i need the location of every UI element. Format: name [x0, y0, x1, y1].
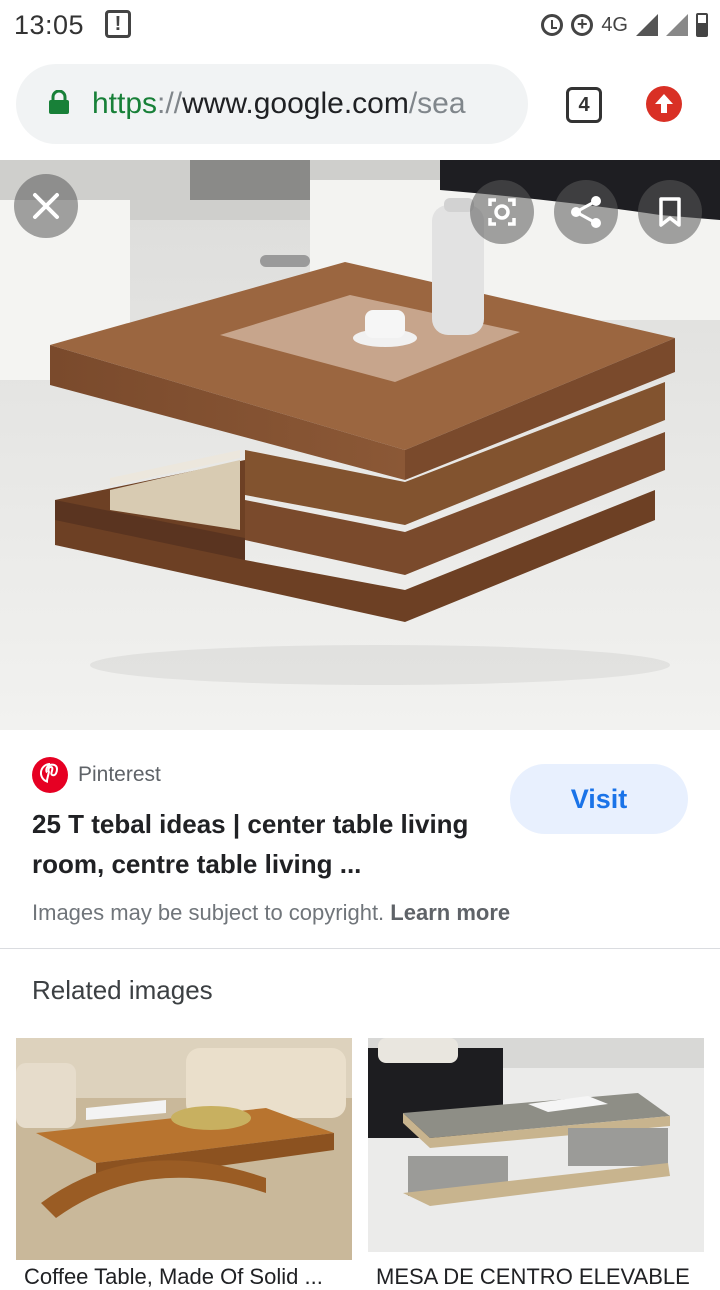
alarm-icon — [541, 14, 564, 36]
url-separator: :// — [157, 87, 183, 120]
update-button[interactable] — [646, 86, 682, 122]
lens-icon — [488, 198, 516, 226]
coffee-table-photo — [0, 160, 720, 730]
copyright-text: Images may be subject to copyright. — [32, 900, 385, 925]
share-button[interactable] — [554, 180, 618, 244]
arrow-up-icon — [655, 94, 673, 113]
close-icon — [33, 193, 59, 219]
divider — [0, 948, 720, 949]
tab-switcher-button[interactable]: 4 — [566, 87, 602, 123]
address-bar[interactable]: https://www.google.com/sea — [16, 64, 528, 144]
status-time: 13:05 — [14, 10, 85, 40]
url-scheme: https — [92, 87, 158, 120]
share-icon — [571, 196, 601, 228]
url-path: /sea — [408, 87, 466, 120]
related-image-1-photo — [16, 1038, 352, 1260]
copyright-notice: Images may be subject to copyright. Lear… — [32, 900, 510, 926]
signal-icon — [636, 14, 658, 36]
source-name[interactable]: Pinterest — [78, 763, 161, 787]
result-title[interactable]: 25 T tebal ideas | center table living r… — [32, 804, 482, 884]
related-image-2[interactable] — [368, 1038, 704, 1252]
save-button[interactable] — [638, 180, 702, 244]
pinterest-icon — [32, 757, 68, 793]
related-images-heading: Related images — [32, 975, 213, 1005]
battery-icon — [696, 13, 708, 37]
signal-secondary-icon — [666, 14, 688, 36]
status-icons: + 4G — [541, 8, 708, 42]
url-text[interactable]: https://www.google.com/sea — [92, 84, 512, 124]
main-image[interactable] — [0, 160, 720, 730]
visit-button[interactable]: Visit — [510, 764, 688, 834]
url-host: www.google.com — [182, 87, 409, 120]
related-caption-2[interactable]: MESA DE CENTRO ELEVABLE ... — [376, 1264, 696, 1290]
related-caption-1[interactable]: Coffee Table, Made Of Solid ... — [24, 1264, 344, 1290]
learn-more-link[interactable]: Learn more — [390, 900, 510, 925]
close-button[interactable] — [14, 174, 78, 238]
data-saver-icon: + — [571, 14, 594, 36]
lock-icon — [49, 90, 69, 114]
lens-button[interactable] — [470, 180, 534, 244]
source-row[interactable]: Pinterest — [32, 756, 161, 794]
related-image-2-photo — [368, 1038, 704, 1252]
status-bar: 13:05 ! + 4G — [0, 0, 720, 52]
related-image-1[interactable] — [16, 1038, 352, 1260]
bookmark-icon — [659, 197, 681, 227]
alert-icon: ! — [105, 10, 131, 38]
network-type: 4G — [601, 13, 628, 36]
